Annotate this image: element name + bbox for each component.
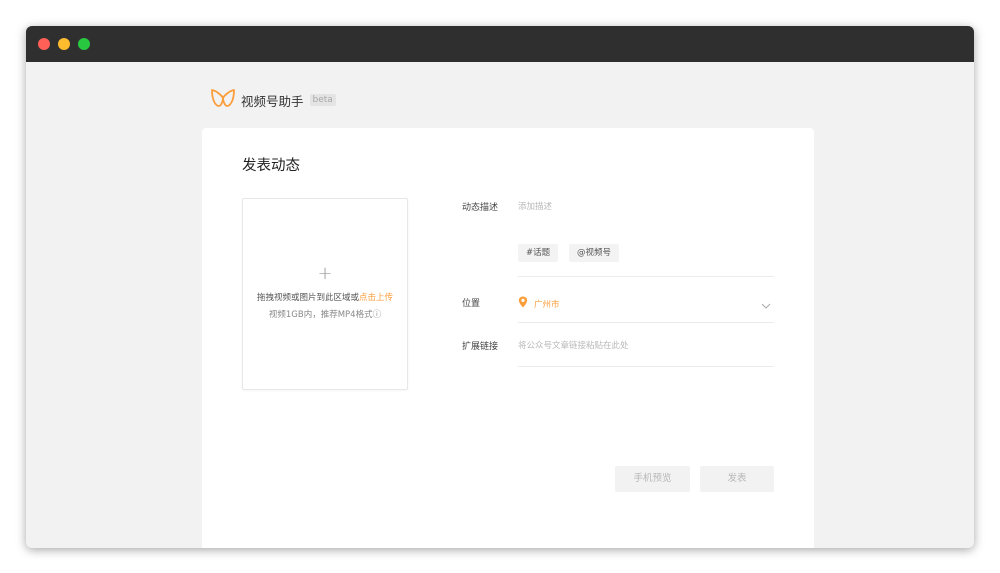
link-label: 扩展链接 — [462, 342, 499, 352]
location-value: 广州市 — [534, 299, 560, 310]
page-title: 发表动态 — [242, 158, 300, 174]
beta-badge: beta — [309, 94, 336, 106]
upload-tip: 拖拽视频或图片到此区域或点击上传 — [243, 291, 407, 303]
chevron-down-icon[interactable] — [760, 296, 772, 309]
location-pin-icon — [518, 296, 534, 311]
app-window: 视频号助手 beta 发表动态 + 拖拽视频或图片到此区域或点击上传 视频1GB… — [26, 26, 974, 548]
brand-header: 视频号助手 beta — [210, 88, 336, 112]
close-window-button[interactable] — [38, 38, 50, 50]
description-input[interactable]: 添加描述 — [518, 200, 552, 212]
topic-button[interactable]: #话题 — [518, 244, 559, 262]
upload-dropzone[interactable]: + 拖拽视频或图片到此区域或点击上传 视频1GB内，推荐MP4格式ⓘ — [242, 198, 408, 390]
location-select[interactable]: 广州市 — [518, 296, 560, 311]
publish-button[interactable]: 发表 — [700, 466, 774, 492]
divider — [518, 322, 774, 323]
divider — [518, 276, 774, 277]
brand-name: 视频号助手 — [241, 93, 304, 109]
divider — [518, 366, 774, 367]
location-label: 位置 — [462, 299, 481, 309]
link-input[interactable]: 将公众号文章链接粘贴在此处 — [518, 339, 629, 351]
minimize-window-button[interactable] — [58, 38, 70, 50]
mention-button[interactable]: @视频号 — [569, 244, 620, 262]
phone-preview-button[interactable]: 手机预览 — [615, 466, 690, 492]
channels-logo-icon — [210, 87, 236, 113]
click-upload-link[interactable]: 点击上传 — [359, 293, 393, 303]
upload-format-hint: 视频1GB内，推荐MP4格式ⓘ — [268, 310, 382, 320]
title-bar — [26, 26, 974, 62]
publish-card: 发表动态 + 拖拽视频或图片到此区域或点击上传 视频1GB内，推荐MP4格式ⓘ … — [202, 128, 814, 548]
maximize-window-button[interactable] — [78, 38, 90, 50]
description-label: 动态描述 — [462, 203, 499, 213]
upload-tip-text: 拖拽视频或图片到此区域或 — [256, 293, 359, 303]
plus-icon: + — [317, 263, 333, 284]
